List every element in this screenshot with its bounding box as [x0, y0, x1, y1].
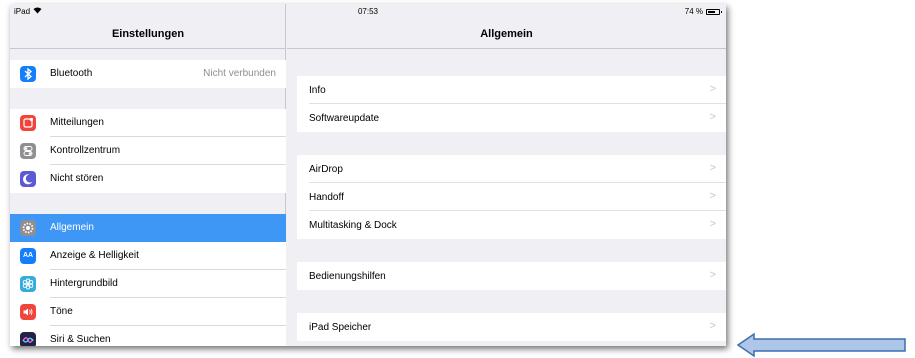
sidebar-item-anzeige-helligkeit[interactable]: AA Anzeige & Helligkeit: [10, 242, 286, 270]
detail-item-softwareupdate[interactable]: Softwareupdate >: [297, 104, 726, 132]
bluetooth-icon: [20, 66, 36, 82]
detail-item-airdrop[interactable]: AirDrop >: [297, 155, 726, 183]
sidebar-item-label: Nicht stören: [50, 173, 104, 184]
settings-sidebar: Einstellungen Bluetooth Nicht verbunden …: [10, 4, 286, 346]
sidebar-item-bluetooth[interactable]: Bluetooth Nicht verbunden: [10, 60, 286, 88]
sidebar-item-mitteilungen[interactable]: Mitteilungen: [10, 109, 286, 137]
sidebar-item-hintergrundbild[interactable]: Hintergrundbild: [10, 270, 286, 298]
ipad-screen: Einstellungen Bluetooth Nicht verbunden …: [10, 4, 726, 346]
sidebar-item-label: Töne: [50, 306, 73, 317]
detail-item-handoff[interactable]: Handoff >: [297, 183, 726, 211]
detail-item-info[interactable]: Info >: [297, 76, 726, 104]
chevron-right-icon: >: [709, 83, 716, 95]
detail-item-label: Softwareupdate: [309, 113, 380, 124]
gear-icon: [20, 220, 36, 236]
annotation-arrow-left-icon: [736, 332, 906, 358]
bluetooth-status: Nicht verbunden: [203, 68, 276, 79]
notifications-icon: [20, 115, 36, 131]
detail-title: Allgemein: [480, 28, 533, 40]
sidebar-item-label: Bluetooth: [50, 68, 93, 79]
sidebar-item-label: Allgemein: [50, 222, 94, 233]
detail-item-ipad-speicher[interactable]: iPad Speicher >: [297, 313, 726, 341]
general-detail-pane: Allgemein Info > Softwareupdate > AirDro…: [287, 4, 726, 346]
battery-fill: [708, 10, 716, 13]
detail-item-multitasking-dock[interactable]: Multitasking & Dock >: [297, 211, 726, 239]
chevron-right-icon: >: [709, 320, 716, 332]
battery-icon: [706, 8, 722, 15]
moon-icon: [20, 171, 36, 187]
status-bar: iPad 07:53 74 %: [10, 4, 726, 18]
control-center-icon: [20, 143, 36, 159]
chevron-right-icon: >: [709, 190, 716, 202]
sidebar-title: Einstellungen: [111, 28, 185, 40]
sidebar-item-nicht-stoeren[interactable]: Nicht stören: [10, 165, 286, 193]
sidebar-item-kontrollzentrum[interactable]: Kontrollzentrum: [10, 137, 286, 165]
detail-item-label: Info: [309, 85, 326, 96]
sidebar-nav-divider: [10, 48, 286, 49]
sidebar-item-allgemein[interactable]: Allgemein: [10, 214, 286, 242]
sidebar-item-toene[interactable]: Töne: [10, 298, 286, 326]
siri-icon: [20, 332, 36, 346]
detail-item-bedienungshilfen[interactable]: Bedienungshilfen >: [297, 262, 726, 290]
sidebar-item-label: Mitteilungen: [50, 117, 104, 128]
chevron-right-icon: >: [709, 111, 716, 123]
sounds-icon: [20, 304, 36, 320]
wallpaper-icon: [20, 276, 36, 292]
detail-item-label: AirDrop: [309, 164, 343, 175]
sidebar-item-label: Anzeige & Helligkeit: [50, 250, 139, 261]
battery-percent: 74 %: [684, 7, 703, 16]
display-brightness-icon: AA: [20, 248, 36, 264]
sidebar-item-label: Hintergrundbild: [50, 278, 118, 289]
chevron-right-icon: >: [709, 269, 716, 281]
sidebar-item-siri-suchen[interactable]: Siri & Suchen: [10, 326, 286, 346]
detail-item-label: Handoff: [309, 192, 344, 203]
sidebar-item-label: Siri & Suchen: [50, 334, 111, 345]
chevron-right-icon: >: [709, 218, 716, 230]
detail-nav-divider: [287, 48, 726, 49]
status-time: 07:53: [357, 7, 379, 16]
detail-item-label: Multitasking & Dock: [309, 220, 397, 231]
sidebar-item-label: Kontrollzentrum: [50, 145, 121, 156]
chevron-right-icon: >: [709, 162, 716, 174]
detail-item-label: Bedienungshilfen: [309, 271, 386, 282]
detail-item-label: iPad Speicher: [309, 322, 372, 333]
